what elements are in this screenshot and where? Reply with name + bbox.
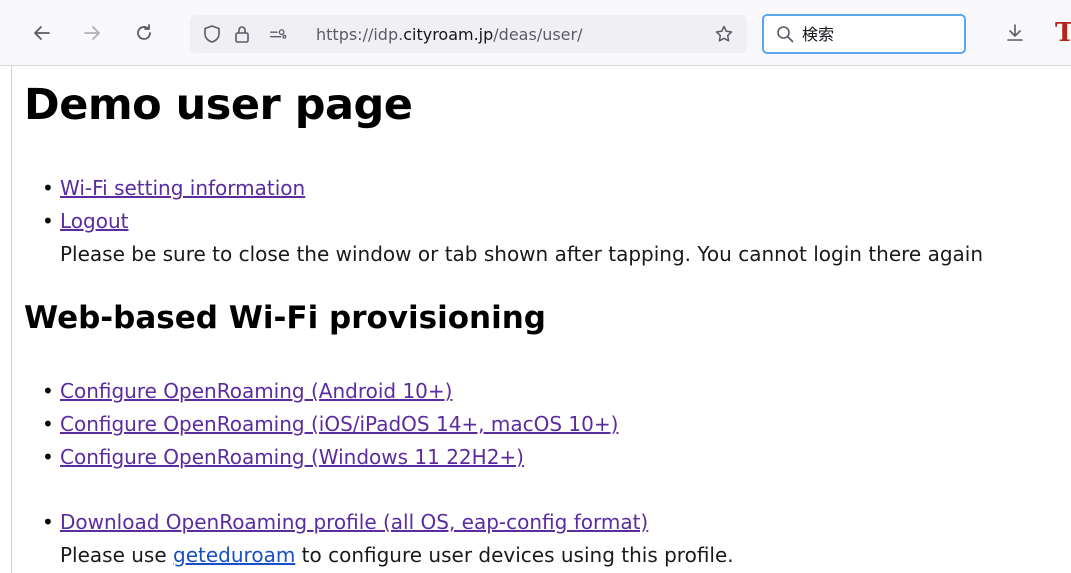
bullet: • (42, 379, 54, 403)
download-icon (1005, 23, 1025, 47)
list-item: • Wi-Fi setting information (42, 172, 983, 205)
download-profile-link[interactable]: Download OpenRoaming profile (all OS, ea… (60, 510, 648, 534)
search-icon (776, 25, 794, 47)
reload-button[interactable] (130, 21, 158, 49)
download-list: • Download OpenRoaming profile (all OS, … (42, 506, 734, 572)
bullet: • (42, 445, 54, 469)
list-item-note: Please use geteduroam to configure user … (60, 539, 734, 572)
configure-android-link[interactable]: Configure OpenRoaming (Android 10+) (60, 379, 452, 403)
browser-toolbar: https://idp.cityroam.jp/deas/user/ T (0, 0, 1071, 66)
search-input[interactable] (802, 22, 952, 46)
window-edge (11, 66, 12, 573)
list-item: • Download OpenRoaming profile (all OS, … (42, 506, 734, 539)
logout-note: Please be sure to close the window or ta… (60, 242, 984, 266)
forward-button[interactable] (78, 21, 106, 49)
section-title: Web-based Wi-Fi provisioning (24, 300, 546, 336)
downloads-button[interactable] (1001, 21, 1029, 49)
permissions-icon[interactable] (268, 24, 288, 44)
wifi-setting-link[interactable]: Wi-Fi setting information (60, 176, 305, 200)
page-title: Demo user page (24, 80, 413, 130)
list-item-note: Please be sure to close the window or ta… (60, 238, 983, 271)
lock-icon[interactable] (232, 24, 252, 44)
url-text[interactable]: https://idp.cityroam.jp/deas/user/ (316, 25, 583, 44)
list-item: • Logout (42, 205, 983, 238)
arrow-left-icon (32, 23, 52, 47)
bullet: • (42, 510, 54, 534)
url-path: /deas/user/ (493, 25, 583, 44)
bullet: • (42, 412, 54, 436)
account-links-list: • Wi-Fi setting information • Logout Ple… (42, 172, 983, 271)
download-note-before: Please use (60, 543, 174, 567)
configure-ios-link[interactable]: Configure OpenRoaming (iOS/iPadOS 14+, m… (60, 412, 618, 436)
logout-link[interactable]: Logout (60, 209, 128, 233)
address-bar[interactable]: https://idp.cityroam.jp/deas/user/ (190, 15, 747, 53)
list-item: • Configure OpenRoaming (Android 10+) (42, 375, 618, 408)
bullet: • (42, 209, 54, 233)
search-box[interactable] (762, 14, 966, 54)
configure-links-list: • Configure OpenRoaming (Android 10+) • … (42, 375, 618, 474)
configure-windows-link[interactable]: Configure OpenRoaming (Windows 11 22H2+) (60, 445, 524, 469)
download-note-after: to configure user devices using this pro… (295, 543, 734, 567)
geteduroam-link[interactable]: geteduroam (173, 543, 295, 567)
url-host: cityroam.jp (403, 25, 494, 44)
reload-icon (134, 23, 154, 47)
url-prefix: https://idp. (316, 25, 404, 44)
list-item: • Configure OpenRoaming (Windows 11 22H2… (42, 441, 618, 474)
bullet: • (42, 176, 54, 200)
shield-icon[interactable] (202, 24, 222, 44)
arrow-right-icon (82, 23, 102, 47)
list-item: • Configure OpenRoaming (iOS/iPadOS 14+,… (42, 408, 618, 441)
bookmark-star-icon[interactable] (714, 24, 734, 44)
back-button[interactable] (28, 21, 56, 49)
extension-button[interactable]: T (1055, 18, 1071, 48)
